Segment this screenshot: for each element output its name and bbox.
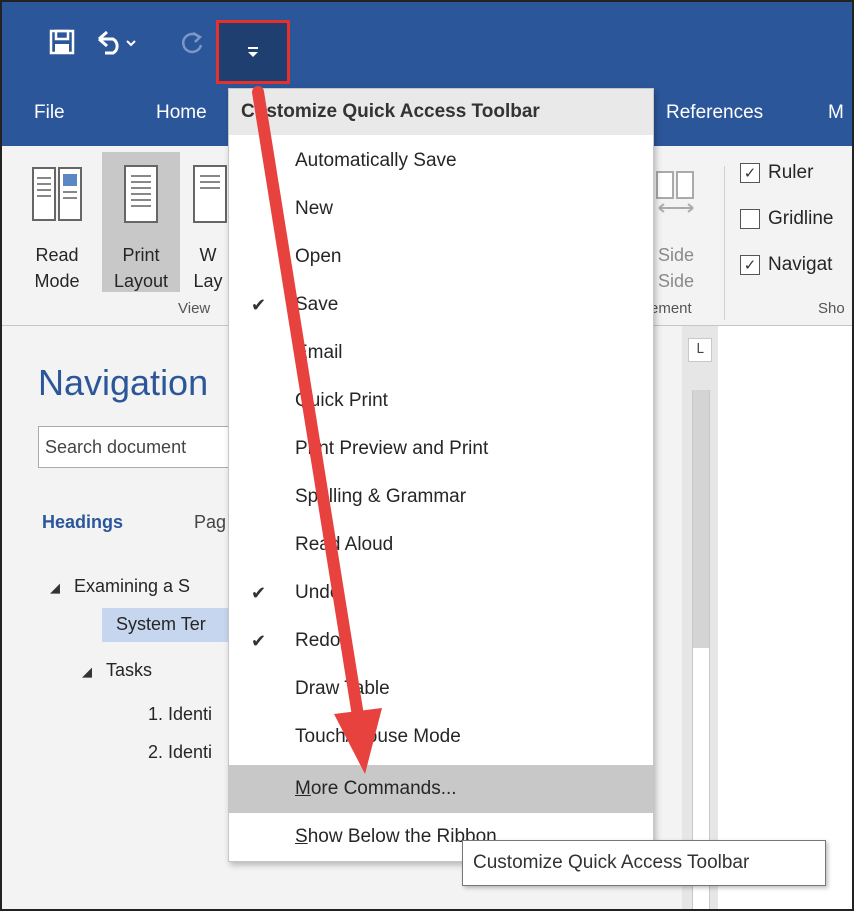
tab-file[interactable]: File: [34, 102, 65, 124]
menu-item-label: Print Preview and Print: [295, 438, 489, 459]
read-mode-button[interactable]: Read Mode: [26, 152, 88, 292]
heading-label: 1. Identi: [148, 704, 213, 724]
heading-item[interactable]: 1. Identi: [148, 704, 212, 725]
ruler-label: Ruler: [768, 162, 814, 183]
tab-headings[interactable]: Headings: [42, 512, 123, 533]
tab-references[interactable]: References: [666, 102, 763, 124]
gridlines-checkbox[interactable]: Gridline: [740, 208, 833, 230]
vertical-ruler: [692, 390, 710, 909]
word-window: File Home References M Read Mode Print Lay…: [0, 0, 854, 911]
heading-label: Examining a S: [74, 576, 191, 596]
tooltip: Customize Quick Access Toolbar: [462, 840, 826, 886]
print-layout-label-1: Print: [122, 245, 160, 265]
checkbox-empty-icon: [740, 209, 760, 229]
menu-item[interactable]: Automatically Save: [229, 137, 653, 185]
ruler-checkbox[interactable]: ✓ Ruler: [740, 162, 813, 184]
web-layout-button[interactable]: W Lay: [186, 152, 230, 292]
checkmark-icon: ✔: [251, 295, 267, 315]
redo-icon[interactable]: [174, 22, 210, 62]
menu-item[interactable]: ✔ Save: [229, 281, 653, 329]
menu-item[interactable]: ✔ Undo: [229, 569, 653, 617]
read-mode-icon: [32, 167, 82, 221]
checkmark-icon: ✔: [251, 631, 267, 651]
menu-item-label: Automatically Save: [295, 150, 457, 171]
menu-item[interactable]: Open: [229, 233, 653, 281]
access-key: M: [295, 778, 311, 799]
group-separator: [724, 166, 725, 320]
access-key: S: [295, 826, 308, 847]
navigation-label: Navigat: [768, 254, 833, 275]
checkbox-checked-icon: ✓: [740, 255, 760, 275]
heading-item[interactable]: 2. Identi: [148, 742, 212, 763]
menu-item-label: Draw Table: [295, 678, 390, 699]
menu-item-label: Read Aloud: [295, 534, 394, 555]
heading-item[interactable]: ◢ Tasks: [82, 660, 152, 681]
side-to-side-icon: [656, 171, 694, 213]
menu-item-label: Undo: [295, 582, 341, 603]
menu-item-label: ore Commands...: [310, 778, 457, 799]
checkmark-icon: ✔: [251, 583, 267, 603]
heading-item[interactable]: ◢ Examining a S: [50, 576, 190, 597]
tab-home[interactable]: Home: [156, 102, 207, 124]
collapse-triangle-icon[interactable]: ◢: [50, 580, 60, 595]
tab-selector-button[interactable]: L: [688, 338, 712, 362]
menu-item[interactable]: New: [229, 185, 653, 233]
menu-item-label: Open: [295, 246, 342, 267]
read-mode-label-2: Mode: [34, 271, 80, 291]
title-bar: [2, 2, 852, 92]
menu-item-label: New: [295, 198, 334, 219]
menu-item-label: Save: [295, 294, 339, 315]
web-layout-label-1: W: [199, 245, 217, 265]
customize-quick-access-toolbar-button[interactable]: [216, 20, 290, 84]
menu-item-label: Redo: [295, 630, 341, 651]
group-label-views: View: [178, 300, 211, 317]
print-layout-button[interactable]: Print Layout: [102, 152, 180, 292]
ruler-margin: [693, 390, 709, 648]
menu-item[interactable]: Draw Table: [229, 665, 653, 713]
navigation-title: Navigation: [38, 362, 209, 403]
tab-mailings[interactable]: M: [828, 102, 844, 124]
web-layout-label-2: Lay: [193, 271, 223, 291]
menu-item[interactable]: Touch/Mouse Mode: [229, 713, 653, 761]
customize-qat-menu: Customize Quick Access Toolbar Automatic…: [228, 88, 654, 862]
print-layout-label-2: Layout: [113, 271, 169, 291]
tab-pages[interactable]: Pag: [194, 512, 226, 533]
menu-item[interactable]: Print Preview and Print: [229, 425, 653, 473]
menu-item[interactable]: Read Aloud: [229, 521, 653, 569]
menu-item-label: Spelling & Grammar: [295, 486, 467, 507]
group-label-arrangement: ement: [650, 300, 692, 317]
web-layout-icon: [193, 165, 227, 223]
menu-item[interactable]: Quick Print: [229, 377, 653, 425]
menu-item-label: Quick Print: [295, 390, 388, 411]
navigation-pane-checkbox[interactable]: ✓ Navigat: [740, 254, 832, 276]
document-page[interactable]: [718, 326, 852, 909]
menu-item-label: Touch/Mouse Mode: [295, 726, 461, 747]
heading-label: 2. Identi: [148, 742, 213, 762]
heading-label: Tasks: [106, 660, 153, 680]
checkbox-checked-icon: ✓: [740, 163, 760, 183]
save-icon[interactable]: [44, 22, 80, 62]
menu-item-label: Email: [295, 342, 343, 363]
heading-label: System Ter: [116, 614, 206, 634]
collapse-triangle-icon[interactable]: ◢: [82, 664, 92, 679]
menu-item[interactable]: Spelling & Grammar: [229, 473, 653, 521]
more-commands-menu-item[interactable]: More Commands...: [229, 765, 653, 813]
print-layout-icon: [124, 165, 158, 223]
menu-item[interactable]: ✔ Redo: [229, 617, 653, 665]
dropdown-caret-icon: [248, 47, 258, 57]
undo-icon[interactable]: [88, 22, 148, 62]
gridlines-label: Gridline: [768, 208, 834, 229]
read-mode-label-1: Read: [35, 245, 79, 265]
group-label-show: Sho: [818, 300, 845, 317]
menu-header: Customize Quick Access Toolbar: [229, 89, 653, 135]
menu-item[interactable]: Email: [229, 329, 653, 377]
